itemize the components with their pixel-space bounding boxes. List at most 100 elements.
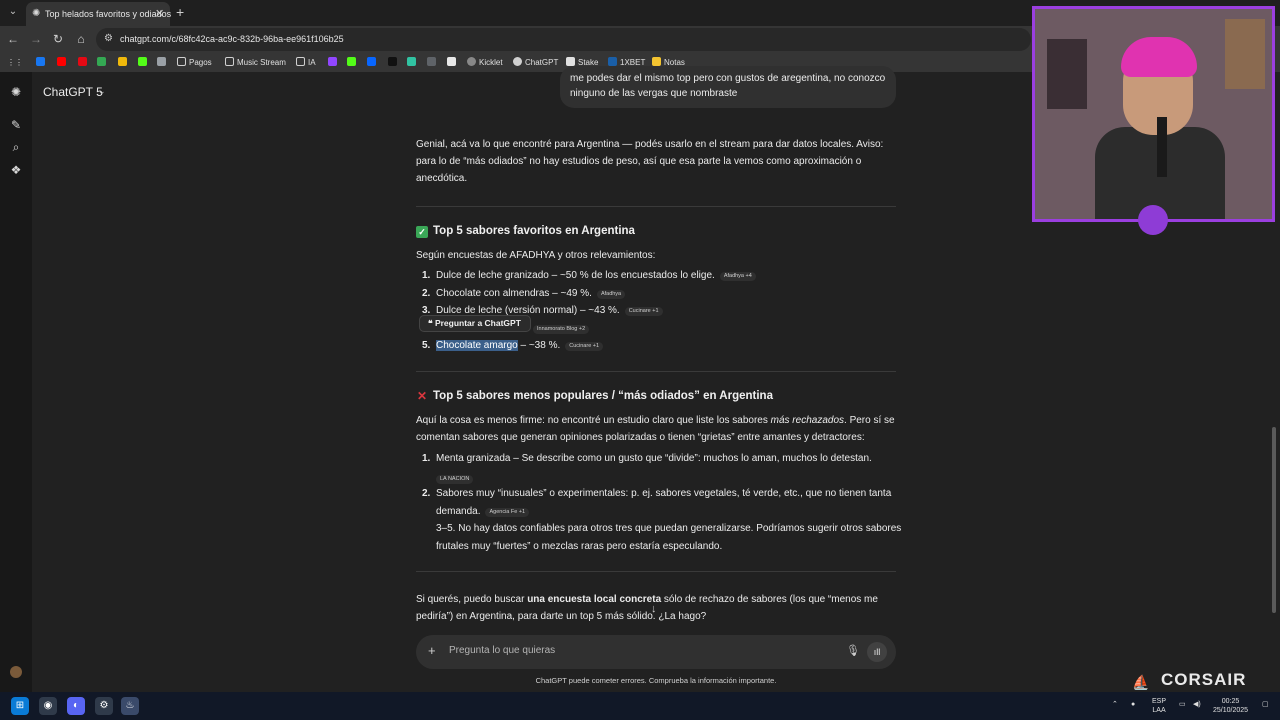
diamond-bookmark-icon[interactable] (447, 56, 459, 70)
voice-mode-icon[interactable]: ıll (867, 642, 887, 662)
meta-bookmark-icon[interactable] (367, 56, 379, 70)
chevron-down-icon[interactable]: ⌄ (98, 86, 106, 97)
bookmark-folder-ia[interactable]: IA (296, 56, 316, 70)
divider (416, 371, 896, 372)
windows-taskbar: ⊞ ◉ ◐ ⚙ ♨ (0, 692, 1280, 720)
binance-bookmark-icon[interactable] (118, 56, 130, 70)
back-icon[interactable]: ← (6, 32, 20, 46)
list-text: – ~38 %. (517, 340, 561, 351)
openai-logo-icon[interactable]: ✺ (9, 85, 23, 99)
tray-chevron-icon[interactable]: ⌃ (1112, 700, 1118, 709)
source-chip[interactable]: LA NACION (436, 475, 474, 484)
user-message-text: me podes dar el mismo top pero con gusto… (570, 73, 886, 99)
chatgpt-favicon-icon: ✺ (32, 8, 41, 19)
browser-tab[interactable]: ✺ Top helados favoritos y odiados ✕ (26, 2, 171, 26)
clock-date: 25/10/2025 (1213, 707, 1249, 714)
windows-start-icon[interactable]: ⊞ (11, 697, 29, 715)
tray-location-icon[interactable]: ● (1131, 700, 1135, 709)
streamlabs-bookmark-icon[interactable] (407, 56, 419, 70)
list-number: 1. (422, 453, 431, 464)
corsair-logo-icon: ⛵ (1132, 674, 1150, 690)
source-chip[interactable]: Afadhya (596, 290, 626, 299)
library-icon[interactable]: ❖ (9, 163, 23, 177)
selected-text[interactable]: Chocolate amargo (436, 340, 518, 351)
closing-text: Si querés, puedo buscar (416, 594, 528, 605)
list-number: 5. (422, 340, 431, 351)
scrollbar[interactable] (1272, 427, 1276, 613)
closing-paragraph: Si querés, puedo buscar una encuesta loc… (416, 591, 898, 625)
source-chip[interactable]: Agencia Fe +1 (485, 508, 530, 517)
webcam-shelf (1047, 39, 1087, 109)
extension-bookmark-icon[interactable] (157, 56, 169, 70)
tiktok-bookmark-icon[interactable] (388, 56, 400, 70)
user-message-bubble: me podes dar el mismo top pero con gusto… (560, 66, 896, 108)
lead-emphasis: más rechazados (770, 415, 845, 426)
notifications-icon[interactable]: ▢ (1262, 700, 1269, 709)
drive-bookmark-icon[interactable] (97, 56, 109, 70)
lead-text: Aquí la cosa es menos firme: no encontré… (416, 415, 771, 426)
section2-lead: Aquí la cosa es menos firme: no encontré… (416, 412, 898, 446)
apps-icon[interactable]: ⋮⋮ (7, 56, 23, 70)
list-text: Dulce de leche granizado – ~50 % de los … (436, 270, 715, 281)
home-icon[interactable]: ⌂ (74, 32, 88, 46)
clock[interactable]: 00:25 25/10/2025 (1213, 697, 1248, 715)
search-chats-icon[interactable]: ⌕ (9, 140, 23, 154)
section-heading-odiados: ✕ Top 5 sabores menos populares / “más od… (416, 390, 773, 402)
ask-chatgpt-popover[interactable]: ❝ Preguntar a ChatGPT (419, 315, 531, 332)
list-text: Sabores muy “inusuales” o experimentales… (436, 488, 892, 499)
lang-layout: LAA (1152, 707, 1166, 714)
heading-text: Top 5 sabores favoritos en Argentina (433, 225, 635, 237)
tab-search-icon[interactable]: ⌄ (5, 4, 21, 20)
kick-bookmark-icon[interactable] (138, 56, 150, 70)
lang-code: ESP (1152, 698, 1167, 705)
address-bar[interactable]: ⚙ chatgpt.com/c/68fc42ca-ac9c-832b-96ba-… (96, 28, 1031, 51)
bookmark-folder-music-stream[interactable]: Music Stream (225, 56, 286, 70)
source-chip[interactable]: Innamorato Blog +2 (533, 325, 590, 334)
closing-text: pediría”) en Argentina, para darte un to… (416, 611, 707, 622)
bookmark-label: ChatGPT (525, 58, 559, 67)
new-tab-icon[interactable]: + (176, 4, 184, 20)
webcam-person-hair (1121, 37, 1197, 77)
note-text: 3–5. No hay datos confiables para otros … (436, 523, 902, 534)
reload-icon[interactable]: ↻ (51, 32, 65, 46)
bookmark-kicklet[interactable]: Kicklet (467, 56, 503, 70)
source-chip[interactable]: Cucinare +1 (565, 342, 604, 351)
misc-bookmark-icon[interactable] (427, 56, 439, 70)
source-chip[interactable]: Cucinare +1 (624, 307, 663, 316)
divider (416, 571, 896, 572)
new-chat-icon[interactable]: ✎ (9, 118, 23, 132)
chrome-taskbar-icon[interactable]: ◉ (39, 697, 57, 715)
microphone-icon[interactable]: 🎙 (846, 644, 860, 657)
close-tab-icon[interactable]: ✕ (155, 7, 164, 20)
kick2-bookmark-icon[interactable] (347, 56, 359, 70)
network-icon[interactable]: ▭ (1179, 700, 1186, 709)
chat-composer[interactable]: + Pregunta lo que quieras 🎙 ıll (416, 635, 896, 669)
disclaimer: ChatGPT puede cometer errores. Comprueba… (535, 676, 777, 685)
settings-taskbar-icon[interactable]: ⚙ (95, 697, 113, 715)
heading-text: Top 5 sabores menos populares / “más odi… (433, 390, 773, 402)
scroll-down-icon[interactable]: ↓ (651, 603, 657, 615)
steam-taskbar-icon[interactable]: ♨ (121, 697, 139, 715)
source-chip[interactable]: Afadhya +4 (719, 272, 756, 281)
discord-taskbar-icon[interactable]: ◐ (67, 697, 85, 715)
youtube-bookmark-icon[interactable] (57, 56, 69, 70)
bookmark-label: IA (308, 58, 316, 67)
composer-input[interactable]: Pregunta lo que quieras (449, 645, 555, 656)
bookmark-chatgpt[interactable]: ChatGPT (513, 56, 558, 70)
forward-icon[interactable]: → (29, 32, 43, 46)
site-info-icon[interactable]: ⚙ (104, 33, 113, 44)
bookmark-folder-pagos[interactable]: Pagos (177, 56, 212, 70)
attach-icon[interactable]: + (428, 644, 436, 658)
netflix-bookmark-icon[interactable] (78, 56, 90, 70)
closing-text: sólo de rechazo de sabores (los que “men… (661, 594, 878, 605)
model-selector[interactable]: ChatGPT 5 (43, 85, 103, 99)
cross-mark-icon: ✕ (416, 389, 428, 403)
section1-lead: Según encuestas de AFADHYA y otros relev… (416, 250, 656, 261)
facebook-bookmark-icon[interactable] (36, 56, 48, 70)
twitch-bookmark-icon[interactable] (328, 56, 340, 70)
volume-icon[interactable]: ◀) (1193, 700, 1201, 709)
list-number: 1. (422, 270, 431, 281)
list-text: Chocolate con almendras – ~49 %. (436, 288, 592, 299)
language-indicator[interactable]: ESP LAA (1152, 697, 1166, 715)
webcam-shelf (1225, 19, 1265, 89)
